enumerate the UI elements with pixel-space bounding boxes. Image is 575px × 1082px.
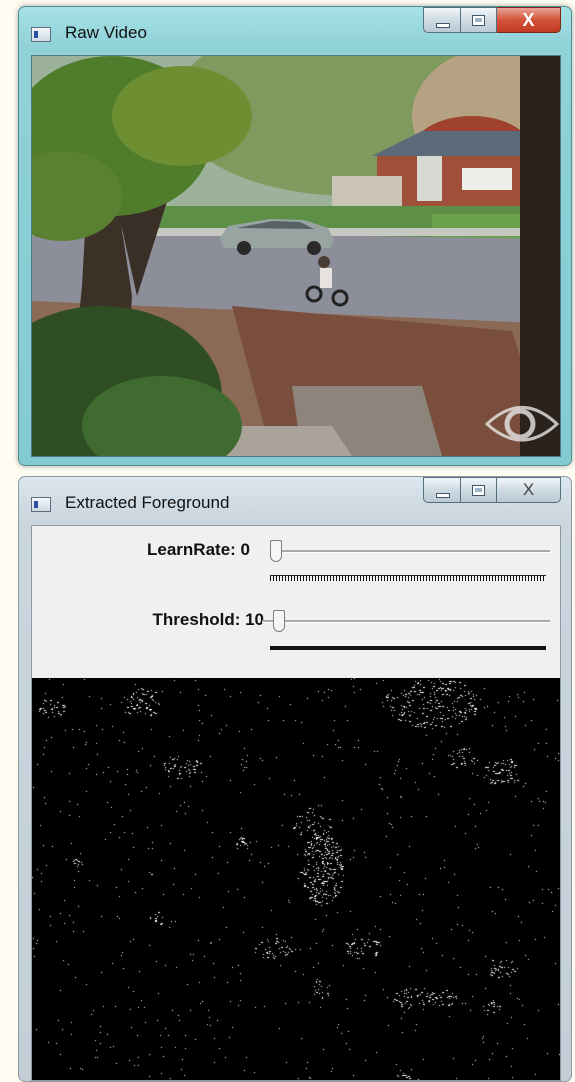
- raw-video-titlebar[interactable]: Raw Video X: [19, 7, 571, 55]
- learnrate-ticks: [270, 575, 546, 581]
- raw-video-frame: [31, 55, 561, 457]
- window-title: Raw Video: [65, 23, 147, 42]
- threshold-slider-thumb[interactable]: [273, 610, 286, 632]
- app-window-icon: [31, 497, 51, 512]
- app-window-icon: [31, 27, 51, 42]
- foreground-client-area: LearnRate: 0 Threshold: 10: [31, 525, 561, 1081]
- street-scene-image: [32, 56, 560, 456]
- foreground-mask-canvas: [32, 678, 560, 1080]
- close-button[interactable]: X: [497, 477, 561, 503]
- minimize-button[interactable]: [423, 477, 461, 503]
- learnrate-label: LearnRate: 0: [147, 540, 250, 559]
- close-button[interactable]: X: [497, 7, 561, 33]
- maximize-button[interactable]: [461, 7, 497, 33]
- maximize-button[interactable]: [461, 477, 497, 503]
- extracted-foreground-window[interactable]: Extracted Foreground X LearnRate: 0 Thre…: [18, 476, 572, 1082]
- window-title: Extracted Foreground: [65, 493, 230, 512]
- maximize-icon: [472, 485, 485, 496]
- minimize-button[interactable]: [423, 7, 461, 33]
- threshold-track[interactable]: [262, 620, 550, 623]
- minimize-icon: [436, 23, 450, 28]
- threshold-trackbar-row: Threshold: 10: [32, 600, 560, 660]
- minimize-icon: [436, 493, 450, 498]
- close-icon: X: [522, 10, 535, 30]
- window-controls: X: [423, 7, 561, 33]
- learnrate-trackbar-row: LearnRate: 0: [32, 530, 560, 590]
- window-controls: X: [423, 477, 561, 503]
- raw-video-window[interactable]: Raw Video X: [18, 6, 572, 466]
- foreground-mask-image: [32, 678, 560, 1080]
- learnrate-track[interactable]: [270, 550, 550, 553]
- foreground-titlebar[interactable]: Extracted Foreground X: [19, 477, 571, 525]
- threshold-label: Threshold: 10: [152, 610, 264, 629]
- threshold-ticks: [270, 646, 546, 650]
- learnrate-slider-thumb[interactable]: [270, 540, 282, 562]
- close-icon: X: [522, 480, 535, 499]
- maximize-icon: [472, 15, 485, 26]
